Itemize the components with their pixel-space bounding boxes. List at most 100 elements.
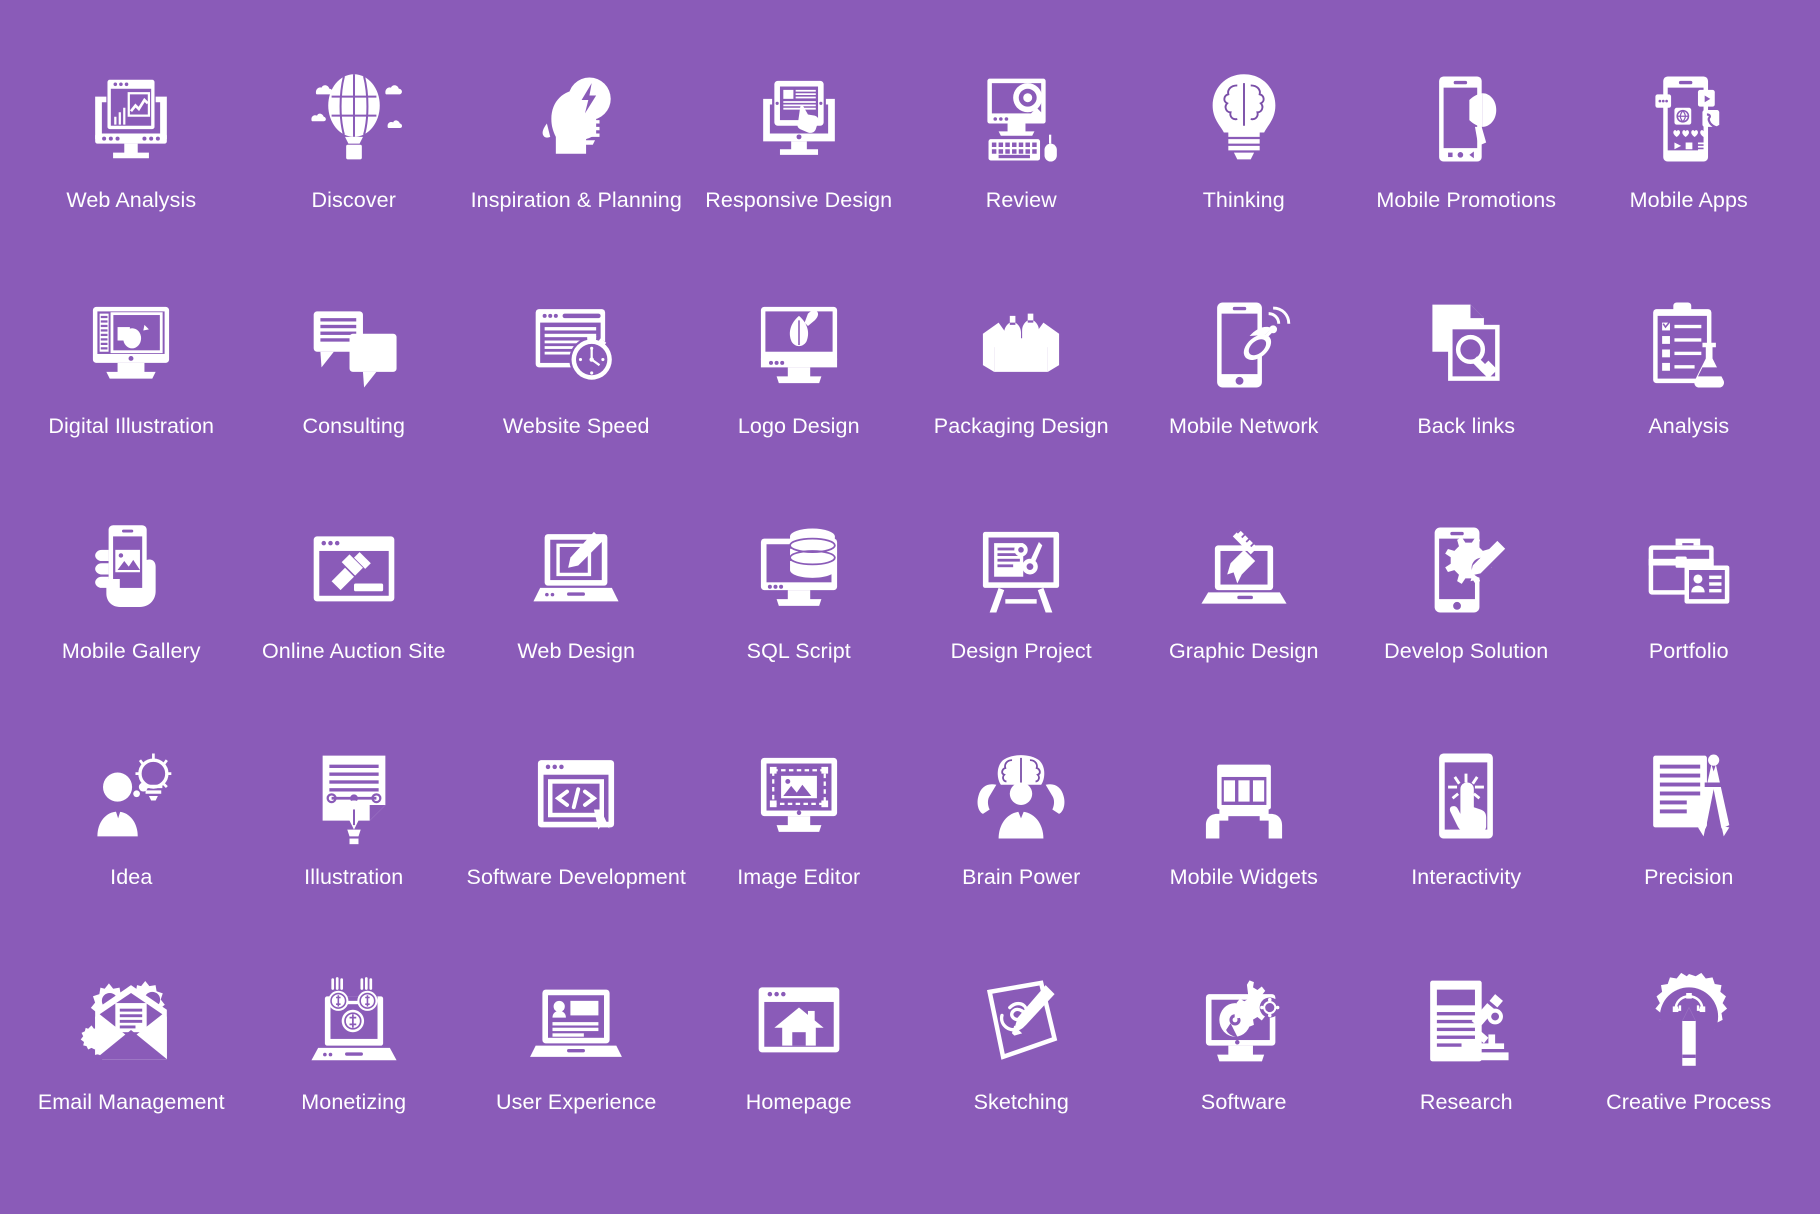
icon-label: Discover bbox=[311, 188, 396, 212]
icon-label: Email Management bbox=[37, 1090, 225, 1115]
monitor-magnifier-keyboard-icon bbox=[962, 60, 1080, 178]
icon-label: Research bbox=[1419, 1090, 1513, 1115]
icon-label: Website Speed bbox=[502, 413, 650, 438]
icon-cell[interactable]: Brain Power bbox=[910, 723, 1133, 949]
icon-cell[interactable]: Mobile Widgets bbox=[1133, 723, 1356, 949]
icon-cell[interactable]: Back links bbox=[1355, 272, 1578, 498]
icon-label: Software Development bbox=[466, 864, 686, 889]
icon-label: Mobile Apps bbox=[1629, 188, 1748, 212]
laptop-pencil-ruler-icon bbox=[1185, 511, 1303, 629]
icon-cell[interactable]: Software Development bbox=[465, 723, 688, 949]
icon-cell[interactable]: Graphic Design bbox=[1133, 497, 1356, 723]
icon-label: Logo Design bbox=[737, 413, 860, 438]
icon-cell[interactable]: Idea bbox=[20, 723, 243, 949]
icon-cell[interactable]: Sketching bbox=[910, 948, 1133, 1174]
icon-cell[interactable]: SQL Script bbox=[688, 497, 911, 723]
icon-cell[interactable]: Image Editor bbox=[688, 723, 911, 949]
icon-label: Mobile Promotions bbox=[1376, 188, 1557, 212]
icon-label: Mobile Gallery bbox=[61, 639, 201, 664]
icon-label: Illustration bbox=[304, 864, 404, 889]
icon-cell[interactable]: Logo Design bbox=[688, 272, 911, 498]
laptop-coins-icon bbox=[295, 962, 413, 1080]
icon-label: Develop Solution bbox=[1384, 639, 1549, 664]
icon-label: Analysis bbox=[1648, 413, 1730, 438]
phone-satellite-icon bbox=[1185, 286, 1303, 404]
icon-cell[interactable]: Interactivity bbox=[1355, 723, 1578, 949]
hands-widget-grid-icon bbox=[1185, 737, 1303, 855]
easel-board-icon bbox=[962, 511, 1080, 629]
icon-cell[interactable]: Web Analysis bbox=[20, 46, 243, 272]
web-analysis-icon bbox=[72, 60, 190, 178]
icon-label: Inspiration & Planning bbox=[470, 188, 682, 212]
icon-cell[interactable]: Mobile Network bbox=[1133, 272, 1356, 498]
icon-label: SQL Script bbox=[746, 639, 851, 664]
icon-label: Design Project bbox=[950, 639, 1092, 664]
browser-code-cursor-icon bbox=[517, 737, 635, 855]
document-microscope-icon bbox=[1407, 962, 1525, 1080]
icon-cell[interactable]: Mobile Promotions bbox=[1355, 46, 1578, 272]
browser-house-icon bbox=[740, 962, 858, 1080]
icon-label: Sketching bbox=[973, 1090, 1069, 1115]
icon-cell[interactable]: Packaging Design bbox=[910, 272, 1133, 498]
phone-megaphone-icon bbox=[1407, 60, 1525, 178]
icon-label: Homepage bbox=[745, 1090, 852, 1115]
icon-label: Thinking bbox=[1202, 188, 1285, 212]
icon-label: Back links bbox=[1417, 413, 1516, 438]
icon-label: Mobile Widgets bbox=[1169, 864, 1318, 889]
icon-cell[interactable]: Creative Process bbox=[1578, 948, 1801, 1174]
hand-phone-photo-icon bbox=[72, 511, 190, 629]
laptop-pen-icon bbox=[517, 511, 635, 629]
icon-label: Portfolio bbox=[1648, 639, 1729, 664]
icon-label: Packaging Design bbox=[933, 413, 1109, 438]
icon-label: Software bbox=[1200, 1090, 1287, 1115]
icon-label: Idea bbox=[110, 864, 153, 889]
icon-cell[interactable]: Thinking bbox=[1133, 46, 1356, 272]
icon-set-sheet: Web Analysis Discover Inspiration & Plan… bbox=[0, 0, 1820, 1214]
icon-cell[interactable]: Review bbox=[910, 46, 1133, 272]
brain-bulb-icon bbox=[1185, 60, 1303, 178]
icon-label: Image Editor bbox=[737, 864, 861, 889]
envelope-gears-icon bbox=[72, 962, 190, 1080]
icon-cell[interactable]: Precision bbox=[1578, 723, 1801, 949]
icon-label: User Experience bbox=[496, 1090, 657, 1115]
icon-cell[interactable]: Discover bbox=[243, 46, 466, 272]
monitor-drawing-icon bbox=[72, 286, 190, 404]
tablet-touch-icon bbox=[1407, 737, 1525, 855]
icon-cell[interactable]: Online Auction Site bbox=[243, 497, 466, 723]
icon-cell[interactable]: Mobile Apps bbox=[1578, 46, 1801, 272]
icon-label: Digital Illustration bbox=[48, 413, 215, 438]
icon-cell[interactable]: Analysis bbox=[1578, 272, 1801, 498]
icon-cell[interactable]: Email Management bbox=[20, 948, 243, 1174]
icon-cell[interactable]: Homepage bbox=[688, 948, 911, 1174]
icon-cell[interactable]: Website Speed bbox=[465, 272, 688, 498]
icon-label: Online Auction Site bbox=[261, 639, 446, 664]
icon-label: Interactivity bbox=[1411, 864, 1522, 889]
responsive-design-icon bbox=[740, 60, 858, 178]
icon-label: Mobile Network bbox=[1168, 413, 1319, 438]
icon-cell[interactable]: User Experience bbox=[465, 948, 688, 1174]
gear-pencil-bezier-icon bbox=[1630, 962, 1748, 1080]
icon-label: Brain Power bbox=[962, 864, 1081, 889]
icon-cell[interactable]: Monetizing bbox=[243, 948, 466, 1174]
icon-cell[interactable]: Inspiration & Planning bbox=[465, 46, 688, 272]
icon-cell[interactable]: Portfolio bbox=[1578, 497, 1801, 723]
icon-label: Web Design bbox=[517, 639, 636, 664]
icon-cell[interactable]: Consulting bbox=[243, 272, 466, 498]
document-pen-nib-icon bbox=[295, 737, 413, 855]
icon-cell[interactable]: Web Design bbox=[465, 497, 688, 723]
icon-label: Responsive Design bbox=[705, 188, 893, 212]
browser-gavel-icon bbox=[295, 511, 413, 629]
icon-cell[interactable]: Mobile Gallery bbox=[20, 497, 243, 723]
icon-cell[interactable]: Responsive Design bbox=[688, 46, 911, 272]
icon-cell[interactable]: Software bbox=[1133, 948, 1356, 1174]
icon-cell[interactable]: Research bbox=[1355, 948, 1578, 1174]
icon-label: Monetizing bbox=[301, 1090, 407, 1115]
browser-stopwatch-icon bbox=[517, 286, 635, 404]
monitor-image-crop-icon bbox=[740, 737, 858, 855]
icon-label: Creative Process bbox=[1606, 1090, 1772, 1115]
icon-cell[interactable]: Develop Solution bbox=[1355, 497, 1578, 723]
phone-apps-icon bbox=[1630, 60, 1748, 178]
icon-cell[interactable]: Design Project bbox=[910, 497, 1133, 723]
icon-cell[interactable]: Illustration bbox=[243, 723, 466, 949]
icon-cell[interactable]: Digital Illustration bbox=[20, 272, 243, 498]
